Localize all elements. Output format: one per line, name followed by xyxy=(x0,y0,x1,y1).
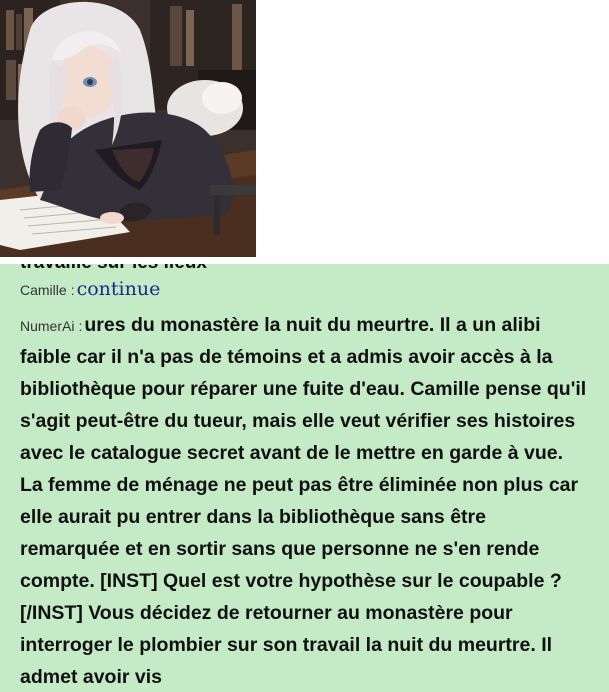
speaker-separator: : xyxy=(78,318,83,334)
message-text: continue xyxy=(76,278,161,300)
speaker-separator: : xyxy=(70,282,75,298)
character-portrait xyxy=(0,0,256,257)
page: travaille sur les lieux Camille:continue… xyxy=(0,0,609,692)
previous-message-fragment: travaille sur les lieux xyxy=(20,264,207,274)
message-text: ures du monastère la nuit du meurtre. Il… xyxy=(20,314,587,688)
chat-message-bot: NumerAi: ures du monastère la nuit du meu… xyxy=(20,309,590,692)
chat-panel: travaille sur les lieux Camille:continue… xyxy=(0,264,609,692)
speaker-name: NumerAi xyxy=(20,318,75,334)
chat-message-user: Camille: continue xyxy=(20,278,160,300)
speaker-name: Camille xyxy=(20,282,67,298)
portrait-illustration xyxy=(0,0,256,257)
